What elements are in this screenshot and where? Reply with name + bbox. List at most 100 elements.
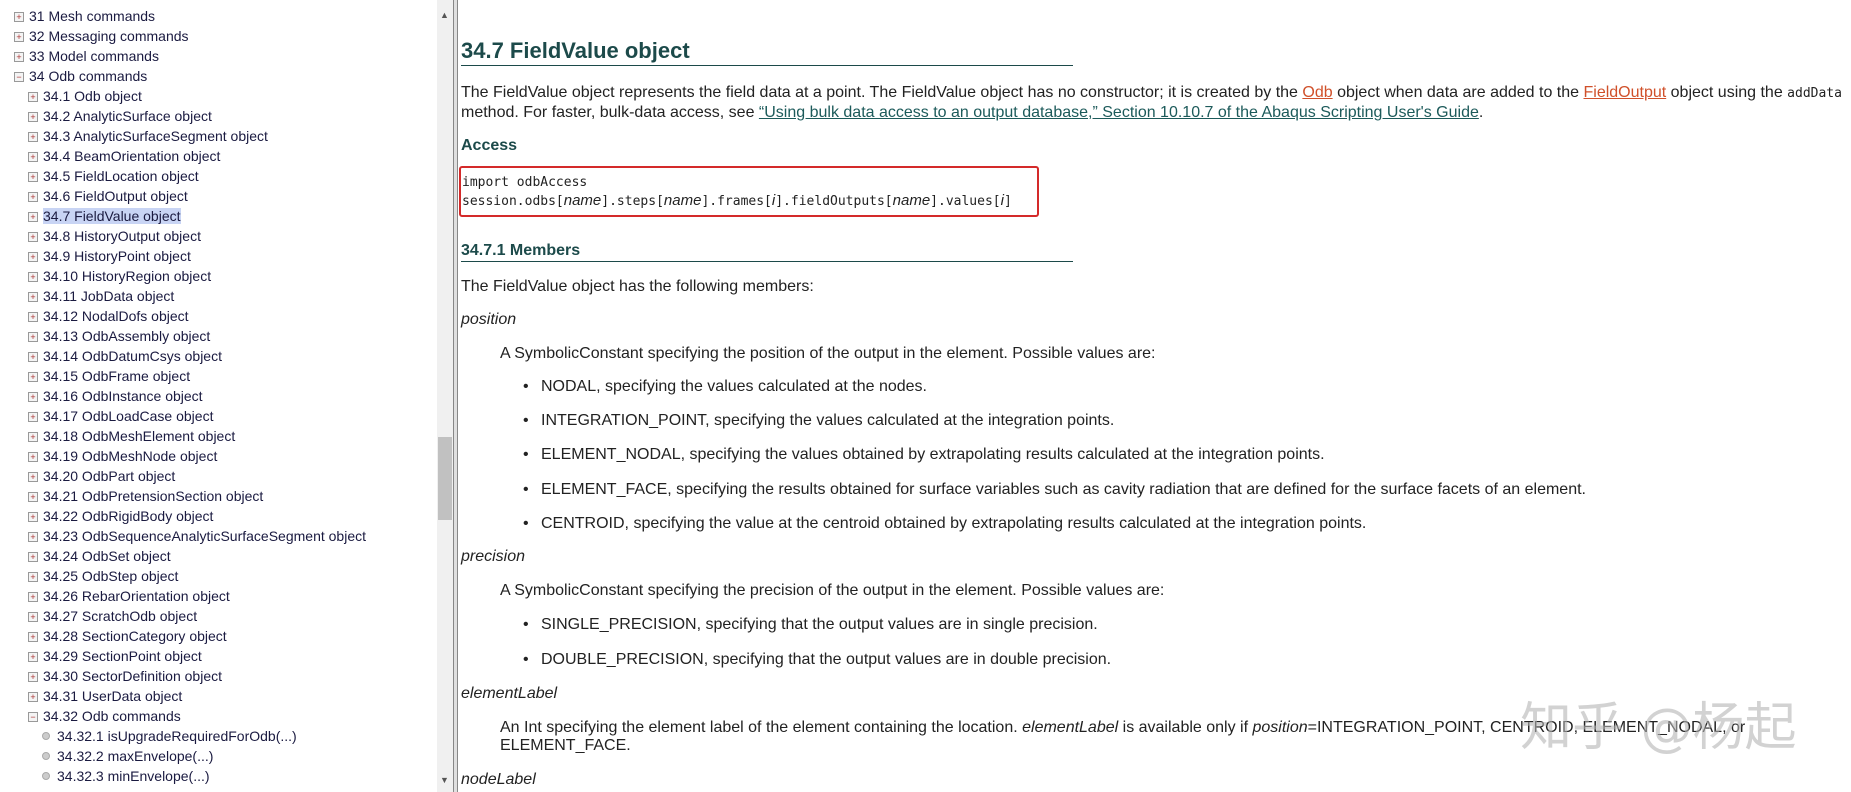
sidebar-scrollbar[interactable]: ▲ ▼ [437, 0, 453, 792]
expand-plus-icon[interactable]: + [28, 172, 38, 182]
toc-item[interactable]: +34.24 OdbSet object [28, 546, 171, 566]
toc-item[interactable]: +34.15 OdbFrame object [28, 366, 190, 386]
toc-item-label[interactable]: 34.16 OdbInstance object [43, 388, 203, 404]
toc-item-label[interactable]: 34.10 HistoryRegion object [43, 268, 211, 284]
toc-item[interactable]: +34.19 OdbMeshNode object [28, 446, 217, 466]
expand-plus-icon[interactable]: + [28, 192, 38, 202]
toc-item-label[interactable]: 34.9 HistoryPoint object [43, 248, 191, 264]
toc-item[interactable]: +34.14 OdbDatumCsys object [28, 346, 222, 366]
toc-item-label[interactable]: 32 Messaging commands [29, 28, 189, 44]
expand-plus-icon[interactable]: + [28, 212, 38, 222]
toc-item-label[interactable]: 34.19 OdbMeshNode object [43, 448, 217, 464]
toc-item[interactable]: +34.27 ScratchOdb object [28, 606, 197, 626]
toc-item[interactable]: +34.17 OdbLoadCase object [28, 406, 213, 426]
expand-plus-icon[interactable]: + [28, 92, 38, 102]
toc-item[interactable]: +34.25 OdbStep object [28, 566, 178, 586]
expand-plus-icon[interactable]: + [28, 152, 38, 162]
toc-item[interactable]: −34 Odb commands [14, 66, 147, 86]
toc-item-label[interactable]: 34.18 OdbMeshElement object [43, 428, 235, 444]
bullet-dot-icon[interactable] [42, 732, 50, 740]
toc-item[interactable]: +34.29 SectionPoint object [28, 646, 202, 666]
expand-plus-icon[interactable]: + [28, 272, 38, 282]
toc-item-label[interactable]: 34.32.2 maxEnvelope(...) [57, 748, 213, 764]
toc-item[interactable]: +34.13 OdbAssembly object [28, 326, 210, 346]
expand-plus-icon[interactable]: + [28, 692, 38, 702]
toc-item-label[interactable]: 31 Mesh commands [29, 8, 155, 24]
toc-item-label[interactable]: 34 Odb commands [29, 68, 147, 84]
expand-plus-icon[interactable]: + [28, 112, 38, 122]
toc-item-label[interactable]: 33 Model commands [29, 48, 159, 64]
expand-plus-icon[interactable]: + [28, 492, 38, 502]
toc-item-label[interactable]: 34.4 BeamOrientation object [43, 148, 220, 164]
toc-item[interactable]: +34.6 FieldOutput object [28, 186, 188, 206]
toc-item-label[interactable]: 34.2 AnalyticSurface object [43, 108, 212, 124]
fieldoutput-link[interactable]: FieldOutput [1583, 84, 1666, 101]
collapse-minus-icon[interactable]: − [28, 712, 38, 722]
expand-plus-icon[interactable]: + [28, 632, 38, 642]
scroll-down-arrow-icon[interactable]: ▼ [440, 775, 449, 785]
toc-item[interactable]: +34.5 FieldLocation object [28, 166, 199, 186]
toc-item[interactable]: +34.8 HistoryOutput object [28, 226, 201, 246]
bullet-dot-icon[interactable] [42, 752, 50, 760]
expand-plus-icon[interactable]: + [28, 452, 38, 462]
toc-item[interactable]: +34.20 OdbPart object [28, 466, 175, 486]
expand-plus-icon[interactable]: + [28, 552, 38, 562]
toc-item-label[interactable]: 34.23 OdbSequenceAnalyticSurfaceSegment … [43, 528, 366, 544]
toc-item-label[interactable]: 34.30 SectorDefinition object [43, 668, 222, 684]
toc-item[interactable]: 34.32.1 isUpgradeRequiredForOdb(...) [42, 726, 297, 746]
toc-item-label[interactable]: 34.11 JobData object [43, 288, 174, 304]
toc-item[interactable]: +34.28 SectionCategory object [28, 626, 227, 646]
toc-item-label[interactable]: 34.31 UserData object [43, 688, 182, 704]
toc-item-label[interactable]: 34.7 FieldValue object [43, 208, 181, 224]
toc-item[interactable]: +34.1 Odb object [28, 86, 142, 106]
toc-item-label[interactable]: 34.15 OdbFrame object [43, 368, 190, 384]
toc-item[interactable]: +33 Model commands [14, 46, 159, 66]
toc-item-label[interactable]: 34.32 Odb commands [43, 708, 181, 724]
toc-item-label[interactable]: 34.21 OdbPretensionSection object [43, 488, 263, 504]
expand-plus-icon[interactable]: + [28, 392, 38, 402]
toc-item[interactable]: +34.7 FieldValue object [28, 206, 181, 226]
odb-link[interactable]: Odb [1302, 84, 1332, 101]
bulk-data-guide-link[interactable]: “Using bulk data access to an output dat… [759, 104, 1479, 121]
scroll-up-arrow-icon[interactable]: ▲ [440, 10, 449, 20]
toc-item[interactable]: +34.18 OdbMeshElement object [28, 426, 235, 446]
expand-plus-icon[interactable]: + [28, 312, 38, 322]
toc-item[interactable]: +34.12 NodalDofs object [28, 306, 189, 326]
toc-item[interactable]: 34.32.3 minEnvelope(...) [42, 766, 210, 786]
expand-plus-icon[interactable]: + [28, 412, 38, 422]
toc-item-label[interactable]: 34.29 SectionPoint object [43, 648, 202, 664]
collapse-minus-icon[interactable]: − [14, 72, 24, 82]
expand-plus-icon[interactable]: + [28, 372, 38, 382]
toc-item-label[interactable]: 34.17 OdbLoadCase object [43, 408, 213, 424]
expand-plus-icon[interactable]: + [14, 52, 24, 62]
toc-item[interactable]: +34.11 JobData object [28, 286, 174, 306]
toc-item[interactable]: +34.26 RebarOrientation object [28, 586, 230, 606]
toc-item[interactable]: +34.21 OdbPretensionSection object [28, 486, 263, 506]
toc-item[interactable]: +32 Messaging commands [14, 26, 189, 46]
toc-item-label[interactable]: 34.28 SectionCategory object [43, 628, 227, 644]
toc-item-label[interactable]: 34.6 FieldOutput object [43, 188, 188, 204]
scrollbar-thumb[interactable] [438, 437, 452, 520]
expand-plus-icon[interactable]: + [28, 472, 38, 482]
expand-plus-icon[interactable]: + [28, 592, 38, 602]
expand-plus-icon[interactable]: + [28, 652, 38, 662]
toc-item[interactable]: +34.2 AnalyticSurface object [28, 106, 212, 126]
toc-item[interactable]: +34.31 UserData object [28, 686, 182, 706]
expand-plus-icon[interactable]: + [14, 32, 24, 42]
pane-splitter[interactable] [453, 0, 458, 792]
toc-item-label[interactable]: 34.8 HistoryOutput object [43, 228, 201, 244]
toc-item[interactable]: +34.4 BeamOrientation object [28, 146, 220, 166]
toc-item-label[interactable]: 34.14 OdbDatumCsys object [43, 348, 222, 364]
toc-item[interactable]: 34.32.2 maxEnvelope(...) [42, 746, 213, 766]
toc-item-label[interactable]: 34.22 OdbRigidBody object [43, 508, 213, 524]
expand-plus-icon[interactable]: + [28, 232, 38, 242]
expand-plus-icon[interactable]: + [28, 612, 38, 622]
toc-item-label[interactable]: 34.24 OdbSet object [43, 548, 171, 564]
expand-plus-icon[interactable]: + [28, 512, 38, 522]
expand-plus-icon[interactable]: + [28, 572, 38, 582]
expand-plus-icon[interactable]: + [28, 252, 38, 262]
toc-item-label[interactable]: 34.3 AnalyticSurfaceSegment object [43, 128, 268, 144]
toc-item[interactable]: +34.3 AnalyticSurfaceSegment object [28, 126, 268, 146]
expand-plus-icon[interactable]: + [28, 132, 38, 142]
toc-item-label[interactable]: 34.1 Odb object [43, 88, 142, 104]
